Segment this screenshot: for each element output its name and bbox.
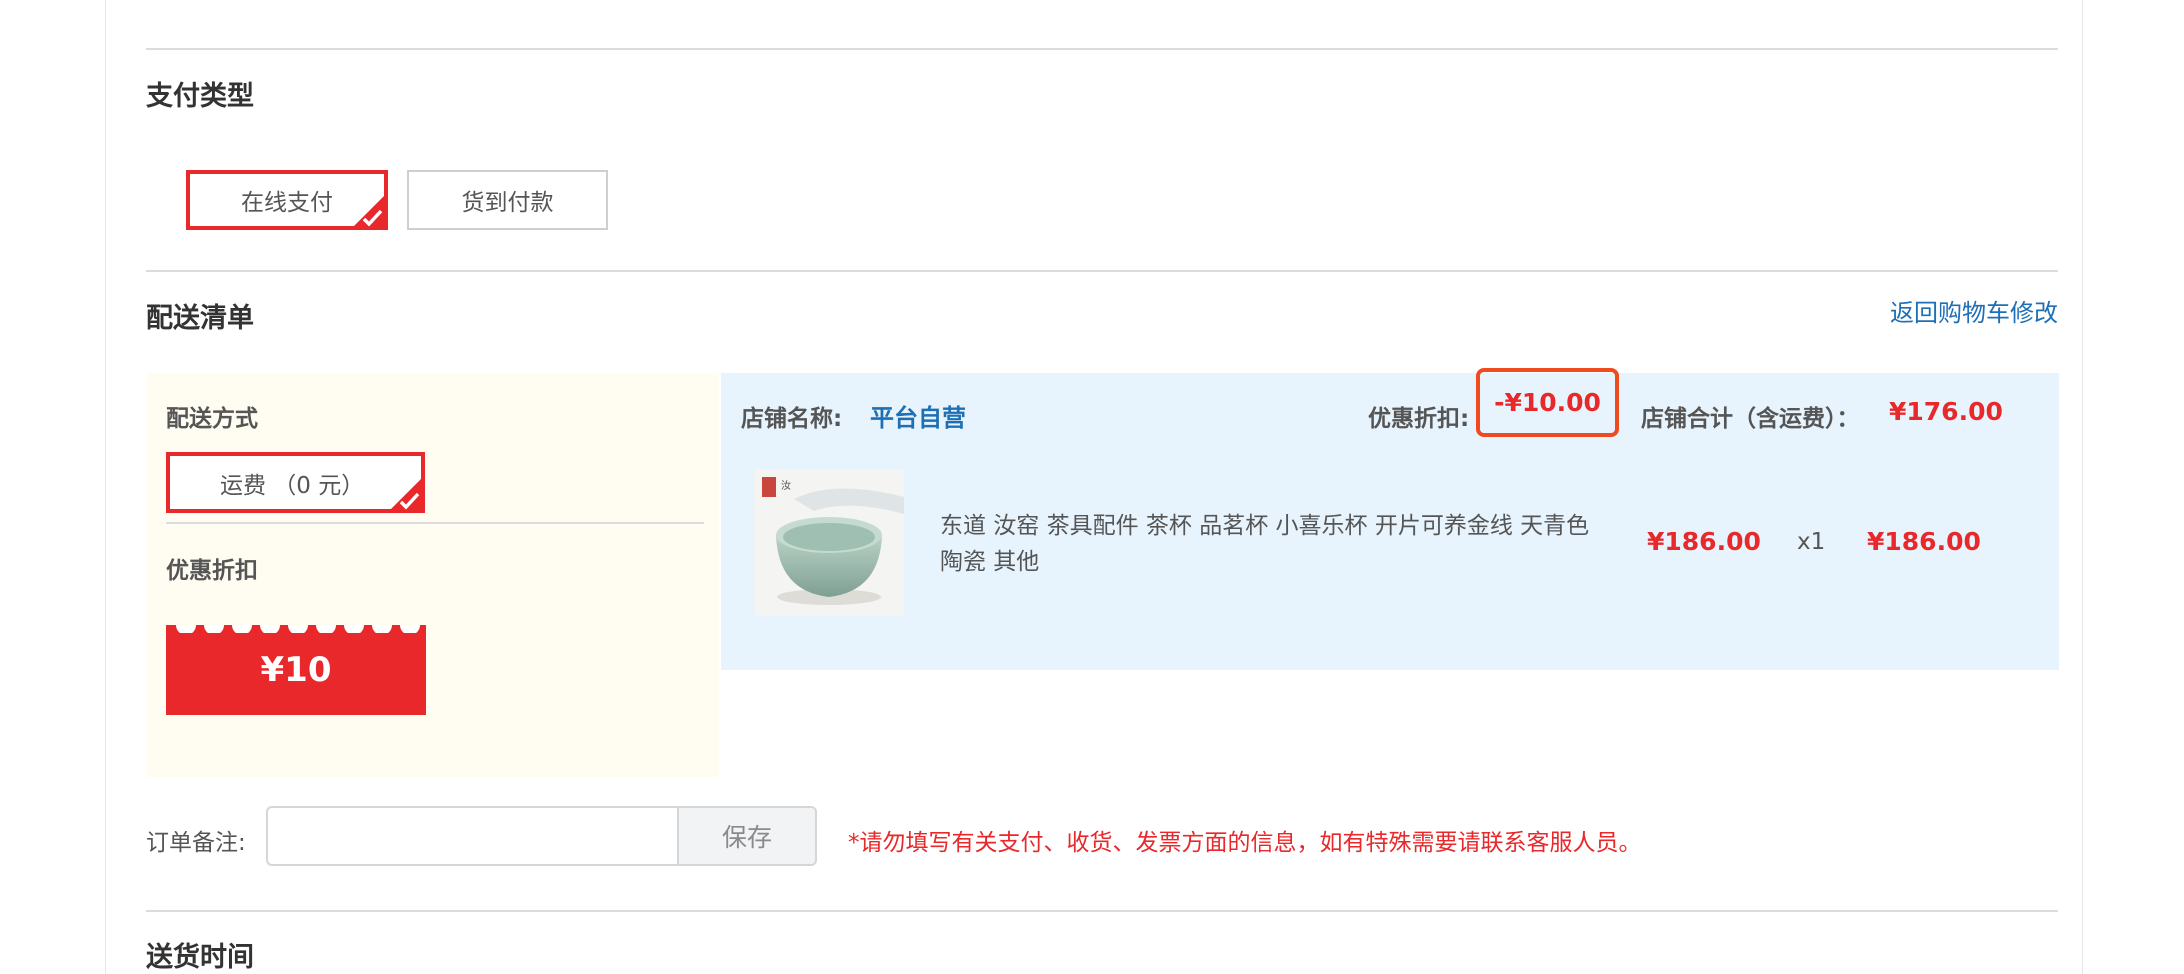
divider xyxy=(146,270,2058,272)
check-icon xyxy=(352,194,386,228)
save-button[interactable]: 保存 xyxy=(677,806,817,866)
store-name-label: 店铺名称: xyxy=(741,406,843,432)
product-subtotal: ¥186.00 xyxy=(1867,527,1981,556)
coupon-value: ¥10 xyxy=(260,650,332,690)
payment-type-title: 支付类型 xyxy=(146,81,254,112)
check-icon xyxy=(389,477,423,511)
back-to-cart-link[interactable]: 返回购物车修改 xyxy=(1890,293,2058,328)
store-discount-value: -¥10.00 xyxy=(1494,388,1601,417)
product-quantity: x1 xyxy=(1797,529,1826,555)
remark-label: 订单备注: xyxy=(146,830,246,856)
store-total-value: ¥176.00 xyxy=(1889,397,2003,426)
delivery-time-title: 送货时间 xyxy=(146,942,254,973)
product-unit-price: ¥186.00 xyxy=(1647,527,1761,556)
divider xyxy=(146,910,2058,912)
coupon-card[interactable]: ¥10 xyxy=(166,625,426,715)
remark-input[interactable] xyxy=(266,806,679,866)
store-name[interactable]: 平台自营 xyxy=(870,398,966,433)
shipping-option-label: 运费 （0 元） xyxy=(220,472,365,499)
payment-option-cod[interactable]: 货到付款 xyxy=(407,170,608,230)
svg-text:汝: 汝 xyxy=(781,479,791,492)
shipping-method-label: 配送方式 xyxy=(166,406,258,432)
scallop-edge xyxy=(176,625,420,633)
celadon-teacup-image[interactable]: 汝 xyxy=(754,469,904,616)
divider xyxy=(166,522,704,524)
payment-option-label: 货到付款 xyxy=(461,190,554,216)
delivery-list-title: 配送清单 xyxy=(146,303,254,334)
remark-notice: *请勿填写有关支付、收货、发票方面的信息，如有特殊需要请联系客服人员。 xyxy=(848,830,1642,856)
divider xyxy=(146,48,2058,50)
store-total-label: 店铺合计（含运费）： xyxy=(1641,406,1860,432)
discount-label: 优惠折扣 xyxy=(166,558,258,584)
product-title[interactable]: 东道 汝窑 茶具配件 茶杯 品茗杯 小喜乐杯 开片可养金线 天青色 陶瓷 其他 xyxy=(940,508,1610,580)
payment-option-label: 在线支付 xyxy=(241,190,333,216)
store-discount-highlight: -¥10.00 xyxy=(1476,368,1619,437)
payment-option-online[interactable]: 在线支付 xyxy=(186,170,388,230)
store-discount-label: 优惠折扣: xyxy=(1368,406,1470,432)
shipping-option[interactable]: 运费 （0 元） xyxy=(166,452,425,513)
